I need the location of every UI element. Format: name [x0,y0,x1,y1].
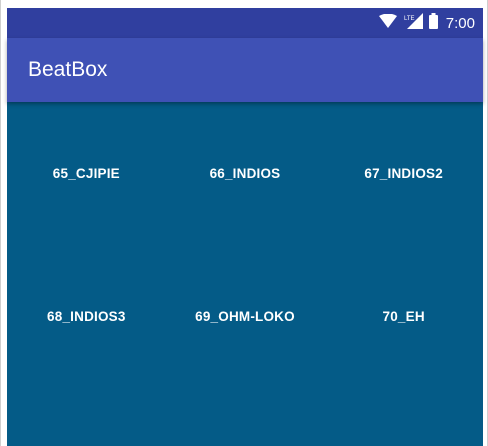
sound-grid: 65_CJIPIE 66_INDIOS 67_INDIOS2 68_INDIOS… [7,102,483,388]
sound-grid-container[interactable]: 65_CJIPIE 66_INDIOS 67_INDIOS2 68_INDIOS… [7,102,483,446]
sound-button[interactable]: 70_EH [324,245,483,388]
sound-button[interactable]: 67_INDIOS2 [324,102,483,245]
phone-screen: LTE 7:00 BeatBox 65_CJIPIE 66_INDIOS 67_… [0,0,488,446]
sound-button[interactable]: 69_OHM-LOKO [166,245,325,388]
sound-button-label: 69_OHM-LOKO [195,309,295,324]
app-bar: BeatBox [7,38,483,102]
sound-button-label: 66_INDIOS [209,166,281,181]
app-title: BeatBox [28,58,108,81]
sound-button-label: 68_INDIOS3 [47,309,126,324]
lte-label: LTE [404,16,415,22]
sound-button-label: 70_EH [382,309,425,324]
lte-signal-icon: LTE [403,12,423,34]
battery-icon [428,12,438,34]
sound-button-label: 67_INDIOS2 [364,166,443,181]
status-icons: LTE 7:00 [378,8,475,38]
wifi-icon [378,13,397,33]
sound-button-label: 65_CJIPIE [52,166,120,181]
sound-button[interactable]: 65_CJIPIE [7,102,166,245]
sound-button[interactable]: 68_INDIOS3 [7,245,166,388]
sound-button[interactable]: 66_INDIOS [166,102,325,245]
status-bar: LTE 7:00 [7,8,483,38]
status-time: 7:00 [445,14,475,32]
